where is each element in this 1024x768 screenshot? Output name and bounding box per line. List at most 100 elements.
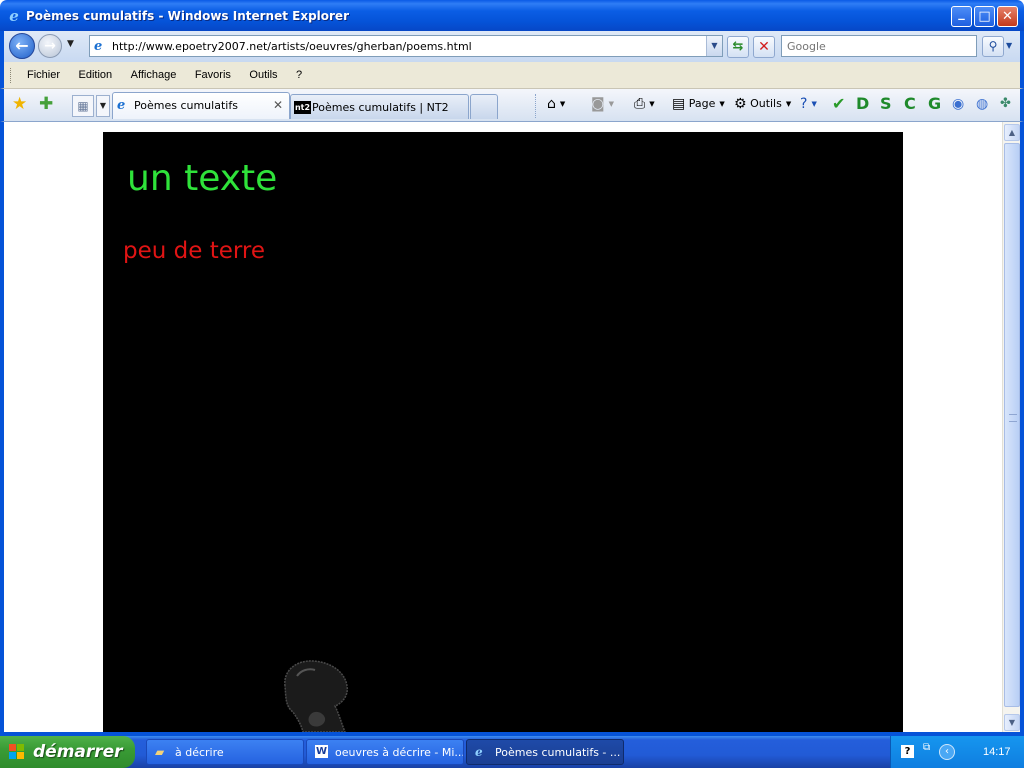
quick-tabs-icon: ▦: [77, 99, 89, 113]
menu-help[interactable]: ?: [289, 68, 310, 83]
taskbar-item-label: à décrire: [175, 746, 224, 759]
flash-poem-stage[interactable]: un texte peu de terre: [103, 132, 903, 732]
menu-fichier[interactable]: Fichier: [20, 68, 68, 83]
window-title: Poèmes cumulatifs - Windows Internet Exp…: [26, 9, 349, 23]
search-button[interactable]: ⚲: [982, 36, 1004, 57]
refresh-icon: ⇆: [732, 39, 744, 54]
tools-menu-button[interactable]: ⚙ Outils ▼: [734, 96, 791, 112]
toolbar-d-button[interactable]: D: [856, 94, 869, 113]
chevron-down-icon: ▼: [785, 100, 792, 108]
back-arrow-icon: ←: [15, 36, 29, 55]
quick-tabs-button[interactable]: ▦: [72, 95, 94, 117]
gear-icon: ⚙: [734, 96, 747, 112]
start-label: démarrer: [33, 742, 123, 762]
page-icon: ▤: [672, 96, 686, 112]
minimize-icon: _: [958, 6, 965, 21]
close-icon: ✕: [1002, 9, 1013, 24]
title-bar[interactable]: e Poèmes cumulatifs - Windows Internet E…: [0, 0, 1024, 31]
url-dropdown-icon[interactable]: ▼: [706, 36, 722, 56]
maximize-button[interactable]: □: [974, 6, 995, 27]
scroll-up-button[interactable]: ▲: [1004, 124, 1020, 141]
nt2-favicon-icon: nt2: [294, 101, 311, 114]
taskbar-item-folder[interactable]: ▰ à décrire: [146, 739, 304, 765]
show-hidden-icons-button[interactable]: ‹: [939, 744, 955, 760]
taskbar-item-label: Poèmes cumulatifs - ...: [495, 746, 621, 759]
tools-menu-label: Outils: [750, 97, 782, 110]
new-tab-button[interactable]: [470, 94, 498, 119]
feeds-button[interactable]: ◙ ▼: [591, 96, 614, 112]
scroll-thumb[interactable]: [1004, 143, 1020, 707]
network-icon[interactable]: ⧉: [923, 742, 930, 753]
window-border-right: [1020, 122, 1024, 732]
taskbar-item-ie[interactable]: e Poèmes cumulatifs - ...: [466, 739, 624, 765]
menu-outils[interactable]: Outils: [242, 68, 285, 83]
printer-icon: ⎙: [634, 96, 646, 112]
tab-ie-icon: e: [117, 98, 126, 113]
poem-line-green: un texte: [127, 158, 278, 199]
search-box[interactable]: [781, 35, 977, 57]
menu-favoris[interactable]: Favoris: [188, 68, 239, 83]
clock[interactable]: 14:17: [983, 746, 1011, 758]
home-icon: ⌂: [547, 96, 556, 112]
world-icon[interactable]: ◍: [976, 96, 988, 112]
help-tray-icon[interactable]: ?: [901, 745, 914, 758]
chevron-down-icon: ▼: [559, 100, 566, 108]
page-content: un texte peu de terre: [4, 122, 1002, 732]
page-menu-button[interactable]: ▤ Page ▼: [672, 96, 725, 112]
start-button[interactable]: démarrer: [0, 736, 135, 768]
tab-poemes-cumulatifs[interactable]: e Poèmes cumulatifs ✕: [112, 92, 290, 119]
research-icon[interactable]: ✤: [1000, 96, 1011, 111]
stop-icon: ✕: [758, 39, 770, 55]
checkmark-icon[interactable]: ✔: [832, 94, 845, 113]
home-button[interactable]: ⌂ ▼: [547, 96, 565, 112]
dark-figure-image: [284, 660, 349, 732]
menu-grip: [10, 68, 12, 83]
windows-logo-icon: [9, 744, 25, 760]
menu-edition[interactable]: Edition: [72, 68, 121, 83]
add-favorite-icon[interactable]: ✚: [39, 94, 53, 114]
vertical-scrollbar[interactable]: ▲ ▼: [1002, 122, 1020, 732]
url-field[interactable]: e http://www.epoetry2007.net/artists/oeu…: [89, 35, 723, 57]
taskbar-item-label: oeuvres à décrire - Mi...: [335, 746, 464, 759]
toolbar-s-button[interactable]: S: [880, 94, 892, 113]
stop-button[interactable]: ✕: [753, 36, 775, 58]
search-icon: ⚲: [988, 39, 998, 53]
chevron-down-icon: ▼: [99, 101, 107, 110]
folder-icon: ▰: [155, 745, 165, 759]
menu-bar: Fichier Edition Affichage Favoris Outils…: [0, 62, 1024, 89]
menu-affichage[interactable]: Affichage: [124, 68, 185, 83]
help-menu-button[interactable]: ? ▼: [800, 96, 817, 112]
recent-pages-dropdown-icon[interactable]: ▼: [67, 39, 74, 49]
address-bar: ← → ▼ e http://www.epoetry2007.net/artis…: [0, 31, 1024, 62]
ie-icon: e: [475, 745, 483, 759]
favorites-center-icon[interactable]: ★: [12, 94, 27, 114]
page-ie-icon: e: [94, 39, 103, 54]
tab-label: Poèmes cumulatifs | NT2: [312, 101, 449, 114]
search-input[interactable]: [782, 36, 972, 56]
chevron-up-icon: ▲: [1008, 128, 1016, 137]
ie-logo-icon: e: [9, 7, 19, 25]
back-button[interactable]: ←: [9, 33, 35, 59]
scroll-down-button[interactable]: ▼: [1004, 714, 1020, 731]
refresh-button[interactable]: ⇆: [727, 36, 749, 58]
search-options-dropdown-icon[interactable]: ▼: [1006, 41, 1012, 50]
chevron-down-icon: ▼: [719, 100, 725, 108]
toolbar-c-button[interactable]: C: [904, 94, 916, 113]
rss-feed-icon: ◙: [591, 96, 605, 112]
print-button[interactable]: ⎙ ▼: [634, 96, 655, 112]
toolbar-g-button[interactable]: G: [928, 94, 941, 113]
chevron-down-icon: ▼: [811, 100, 817, 108]
taskbar-item-word[interactable]: W oeuvres à décrire - Mi...: [306, 739, 464, 765]
minimize-button[interactable]: _: [951, 6, 972, 27]
tab-poemes-cumulatifs-nt2[interactable]: nt2 Poèmes cumulatifs | NT2: [290, 94, 469, 119]
globe-icon[interactable]: ◉: [952, 96, 964, 112]
word-icon: W: [315, 745, 328, 758]
tab-close-icon[interactable]: ✕: [273, 98, 283, 112]
tab-list-dropdown[interactable]: ▼: [96, 95, 110, 117]
close-button[interactable]: ✕: [997, 6, 1018, 27]
taskbar: démarrer ▰ à décrire W oeuvres à décrire…: [0, 736, 1024, 768]
forward-button[interactable]: →: [38, 34, 62, 58]
poem-line-red: peu de terre: [123, 238, 266, 264]
forward-arrow-icon: →: [44, 38, 56, 54]
chevron-down-icon: ▼: [1008, 718, 1016, 727]
